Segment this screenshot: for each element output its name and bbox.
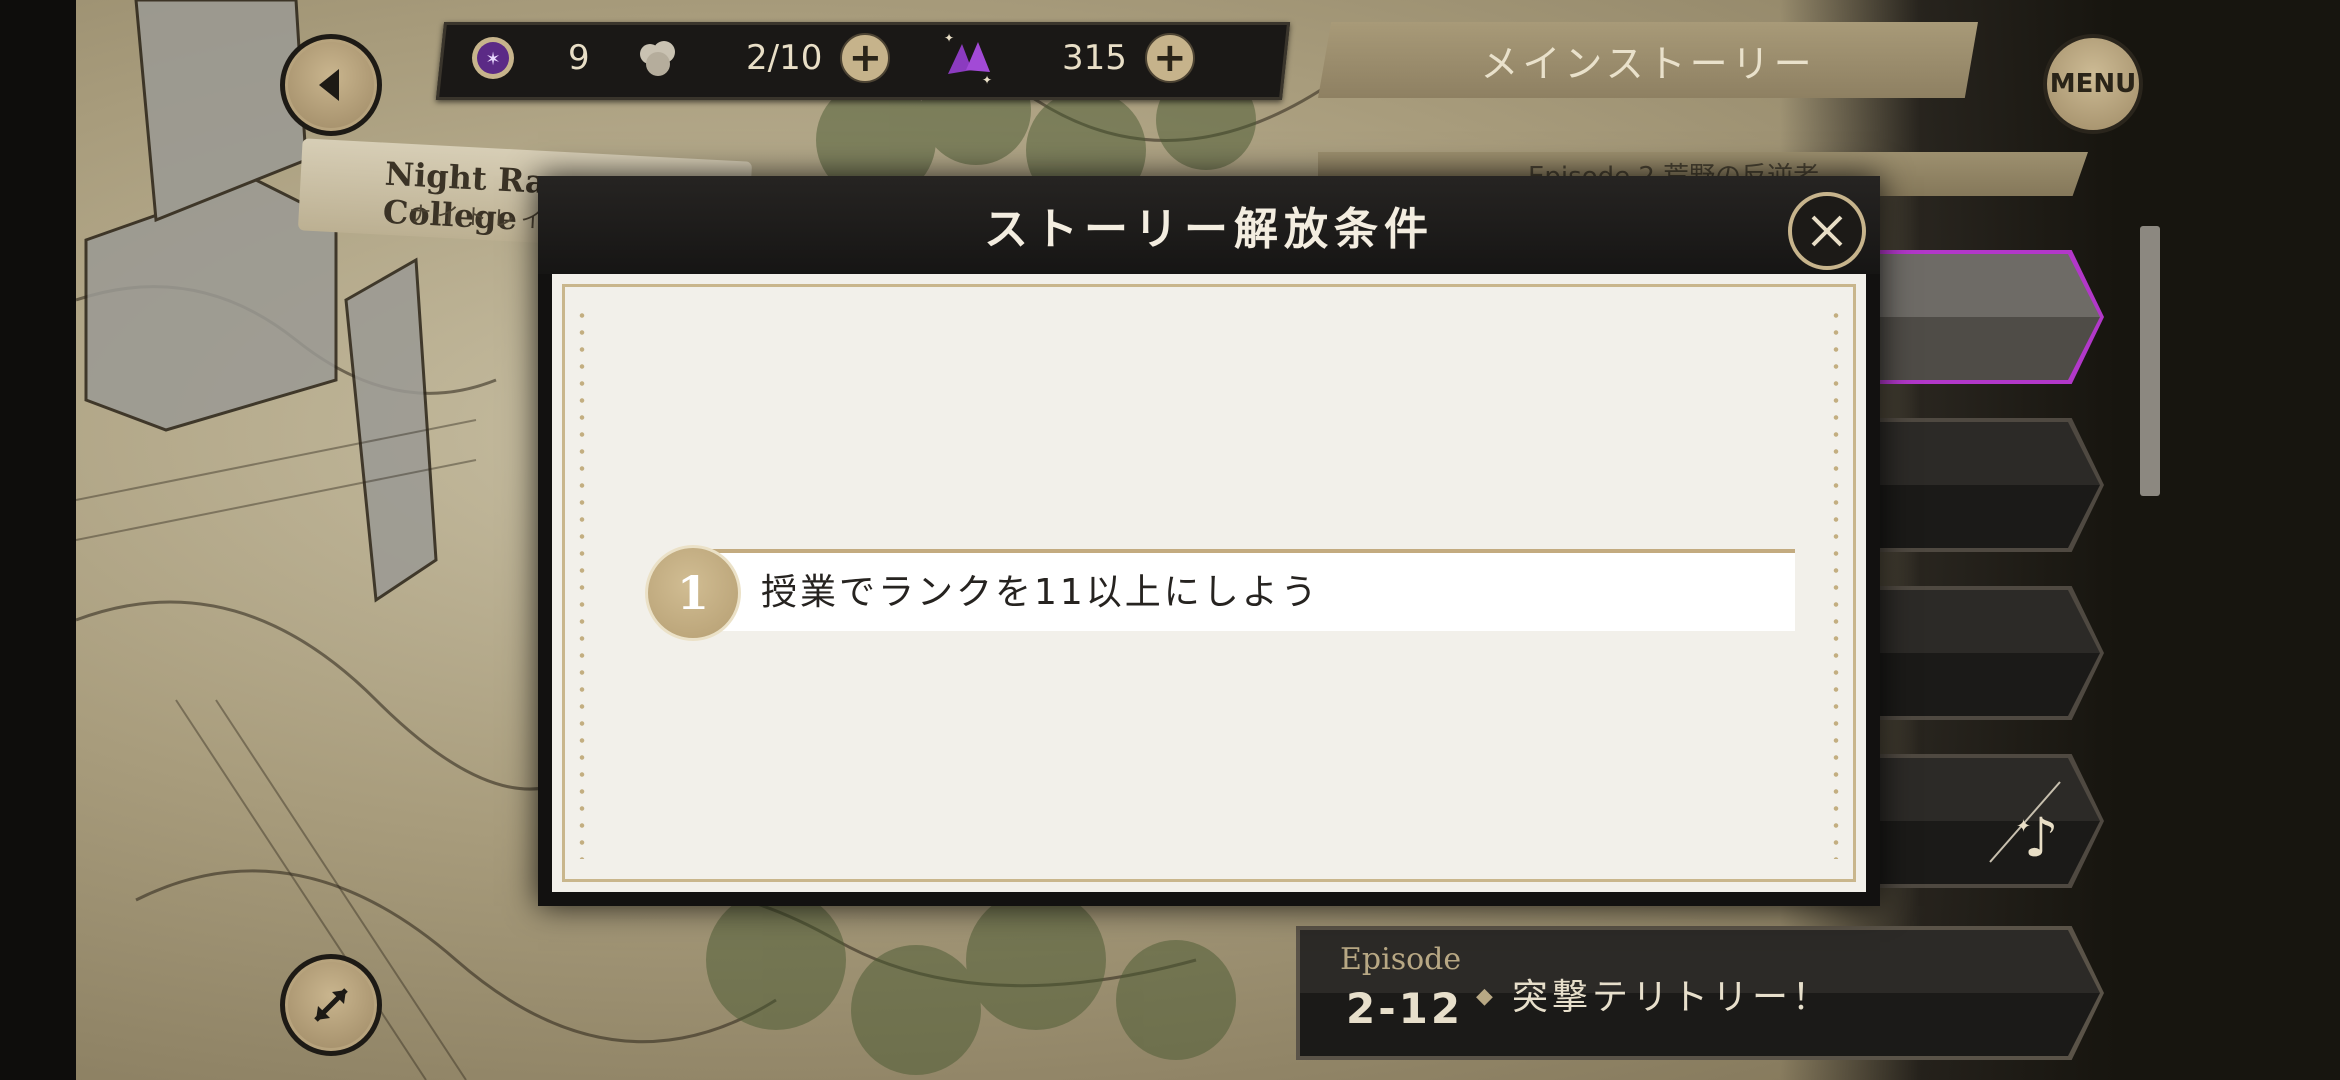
svg-text:✦: ✦ — [2016, 816, 2031, 837]
dialog-header: ストーリー解放条件 — [538, 176, 1880, 274]
condition-text: 授業でランクを11以上にしよう — [761, 572, 1320, 613]
page-title: メインストーリー — [1318, 22, 1978, 98]
dotted-border-left — [579, 307, 585, 859]
menu-button-label: MENU — [2049, 69, 2137, 99]
currency-resource: ✦ ✦ 315 + — [938, 30, 1195, 86]
stamina-resource: 2/10 + — [636, 30, 891, 86]
gem-count: 9 — [568, 38, 590, 78]
expand-map-button[interactable] — [280, 954, 382, 1056]
magic-crystal-icon: ✦ ✦ — [944, 31, 992, 86]
svg-text:✦: ✦ — [944, 31, 954, 45]
page-title-text: メインストーリー — [1480, 41, 1816, 86]
expand-arrows-icon — [314, 988, 348, 1022]
stamina-count: 2/10 — [746, 38, 823, 78]
diamond-icon: ◆ — [1476, 984, 1493, 1009]
stamina-blob-icon — [640, 41, 675, 76]
back-button[interactable] — [280, 34, 382, 136]
svg-text:✦: ✦ — [982, 73, 992, 86]
svg-text:✶: ✶ — [485, 49, 500, 70]
episode-number: 2-12 — [1346, 984, 1464, 1033]
condition-number-badge: 1 — [645, 545, 741, 641]
condition-item: 1 授業でランクを11以上にしよう — [645, 545, 1795, 641]
close-icon — [1811, 215, 1843, 247]
chapter-list-scrollbar[interactable] — [2140, 226, 2160, 496]
dialog-title: ストーリー解放条件 — [984, 204, 1434, 255]
close-button[interactable] — [1788, 192, 1866, 270]
unlock-conditions-dialog: ストーリー解放条件 1 授業でランクを11以上にしよう — [538, 176, 1880, 906]
stamina-add-button[interactable]: + — [840, 33, 891, 83]
episode-title: 突撃テリトリー！ — [1512, 977, 1833, 1018]
currency-add-button[interactable]: + — [1144, 33, 1195, 83]
episode-card[interactable]: Episode 2-12 ◆ 突撃テリトリー！ — [1300, 930, 2100, 1056]
gem-resource: ✶ 9 — [470, 30, 590, 86]
dotted-border-right — [1833, 307, 1839, 859]
episode-label: Episode — [1340, 942, 1462, 977]
arrow-left-icon — [319, 69, 339, 101]
dialog-body: 1 授業でランクを11以上にしよう — [552, 274, 1866, 892]
currency-count: 315 — [1062, 38, 1127, 78]
purple-gem-icon: ✶ — [472, 37, 514, 79]
music-note-icon: ♪ ✦ — [1989, 781, 2061, 869]
dialog-frame: 1 授業でランクを11以上にしよう — [562, 284, 1856, 882]
menu-button[interactable]: MENU — [2043, 34, 2143, 134]
